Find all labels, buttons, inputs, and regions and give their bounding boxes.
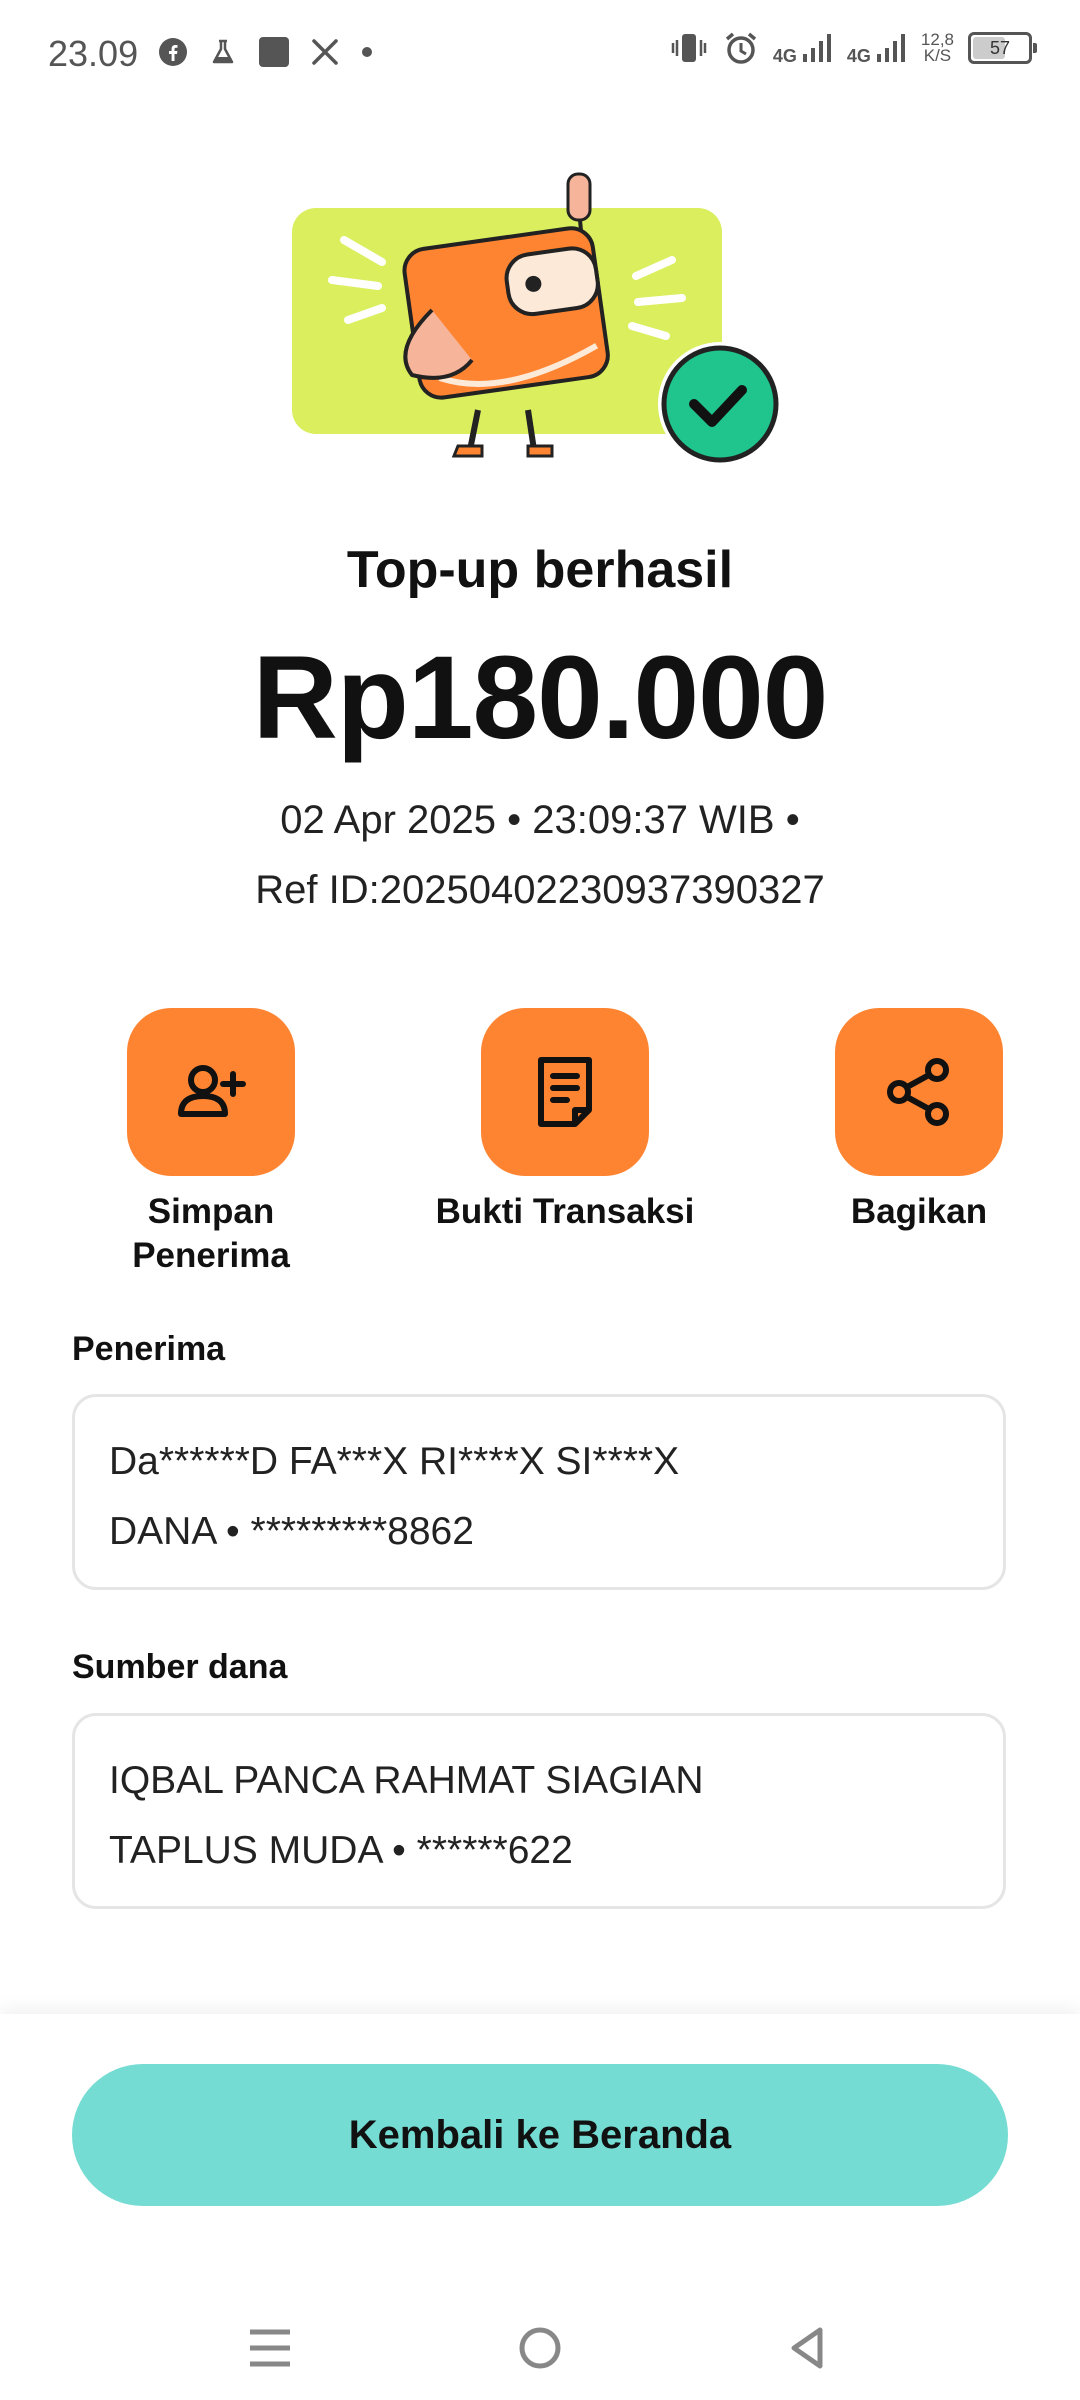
app-square-icon bbox=[259, 37, 289, 67]
save-recipient-label-line2: Penerima bbox=[132, 1236, 290, 1275]
page-title: Top-up berhasil bbox=[346, 541, 734, 599]
signal-icon bbox=[876, 34, 905, 62]
source-account: TAPLUS MUDA • ******622 bbox=[109, 1829, 573, 1872]
save-recipient-button[interactable] bbox=[127, 1008, 295, 1176]
flask-icon bbox=[212, 39, 234, 64]
recipient-name: Da******D FA***X RI****X SI****X bbox=[109, 1440, 680, 1483]
alarm-icon bbox=[725, 32, 756, 64]
network-type-1: 4G bbox=[772, 46, 797, 66]
source-card: IQBAL PANCA RAHMAT SIAGIAN TAPLUS MUDA •… bbox=[72, 1713, 1006, 1909]
share-label: Bagikan bbox=[850, 1192, 988, 1231]
home-nav-button[interactable] bbox=[510, 2318, 570, 2378]
battery-level: 57 bbox=[989, 37, 1011, 58]
transaction-ref-id: Ref ID:20250402230937390327 bbox=[255, 868, 825, 912]
share-action[interactable]: Bagikan bbox=[754, 1008, 1080, 1234]
facebook-icon bbox=[159, 38, 187, 66]
transaction-datetime: 02 Apr 2025 • 23:09:37 WIB • bbox=[280, 798, 800, 842]
save-recipient-action[interactable]: Simpan Penerima bbox=[46, 1008, 376, 1278]
network-speed-unit: K/S bbox=[923, 46, 952, 65]
action-row: Simpan Penerima Bukti Transaksi Bagikan bbox=[0, 1008, 1080, 1278]
status-bar: 23.09 4G 4G 12,8 K/S 57 bbox=[0, 0, 1080, 108]
back-to-home-button[interactable]: Kembali ke Beranda bbox=[72, 2064, 1008, 2206]
amount: Rp180.000 bbox=[252, 632, 829, 764]
notification-icons bbox=[158, 36, 374, 68]
recent-apps-button[interactable] bbox=[240, 2318, 300, 2378]
status-time: 23.09 bbox=[48, 33, 139, 74]
system-nav-bar bbox=[0, 2300, 1080, 2380]
save-recipient-label: Simpan Penerima bbox=[46, 1190, 376, 1278]
recipient-card: Da******D FA***X RI****X SI****X DANA • … bbox=[72, 1394, 1006, 1590]
share-icon bbox=[887, 1058, 949, 1126]
signal-icon bbox=[802, 34, 831, 62]
success-illustration bbox=[292, 160, 792, 480]
share-button[interactable] bbox=[835, 1008, 1003, 1176]
menu-icon bbox=[250, 2329, 290, 2367]
wallet-mascot-illustration bbox=[292, 172, 782, 466]
back-nav-button[interactable] bbox=[778, 2318, 838, 2378]
x-icon bbox=[312, 39, 338, 65]
source-section-label: Sumber dana bbox=[72, 1648, 288, 1686]
network-type-2: 4G bbox=[846, 46, 871, 66]
save-recipient-label-line1: Simpan bbox=[147, 1192, 275, 1231]
add-user-icon bbox=[178, 1065, 246, 1117]
dot-icon bbox=[362, 47, 372, 57]
transaction-proof-action[interactable]: Bukti Transaksi bbox=[400, 1008, 730, 1234]
home-circle-icon bbox=[519, 2327, 561, 2369]
recipient-account: DANA • *********8862 bbox=[109, 1510, 474, 1553]
battery-icon: 57 bbox=[968, 32, 1037, 64]
transaction-meta: 02 Apr 2025 • 23:09:37 WIB • Ref ID:2025… bbox=[0, 785, 1080, 925]
receipt-icon bbox=[538, 1057, 592, 1127]
recipient-section-label: Penerima bbox=[72, 1330, 226, 1368]
back-triangle-icon bbox=[791, 2327, 823, 2369]
source-name: IQBAL PANCA RAHMAT SIAGIAN bbox=[109, 1759, 704, 1802]
status-right: 4G 4G 12,8 K/S 57 bbox=[669, 30, 1037, 66]
transaction-proof-label: Bukti Transaksi bbox=[435, 1192, 695, 1231]
vibrate-icon bbox=[671, 34, 707, 62]
transaction-proof-button[interactable] bbox=[481, 1008, 649, 1176]
